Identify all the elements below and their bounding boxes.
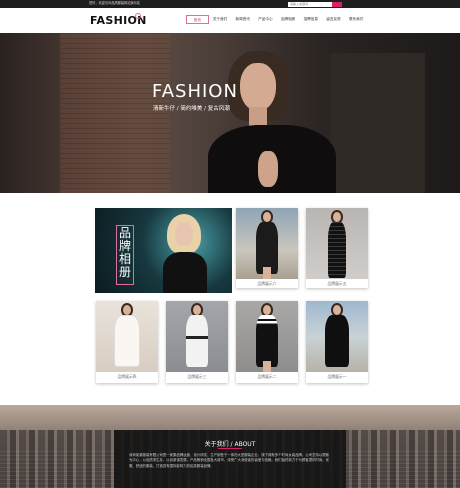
banner-model-face <box>240 63 276 111</box>
nav-item-jobs[interactable]: 招聘信息 <box>299 15 322 24</box>
search-button[interactable] <box>332 1 342 7</box>
album-feature-title: 品牌相册 <box>119 226 132 279</box>
nav-item-news[interactable]: 新闻资讯 <box>231 15 254 24</box>
feature-model-face <box>175 222 193 246</box>
about-title[interactable]: 关于我们 / ABOUT <box>114 439 346 448</box>
about-title-divider <box>218 448 242 449</box>
banner-title: FASHION <box>152 81 238 102</box>
nav-item-album[interactable]: 品牌相册 <box>277 15 300 24</box>
hero-banner[interactable]: FASHION 清新牛仔 / 简约唯美 / 复古风潮 <box>0 33 460 193</box>
album-card[interactable]: 品牌展示三 <box>166 301 228 383</box>
banner-door <box>330 53 425 193</box>
album-card-photo <box>236 208 298 279</box>
nav-item-products[interactable]: 产品中心 <box>254 15 277 24</box>
main-nav: 首页 关于我们 新闻资讯 产品中心 品牌相册 招聘信息 留言反馈 联系我们 <box>186 15 368 24</box>
banner-model-hand <box>258 151 278 187</box>
album-card-photo <box>96 301 158 372</box>
brand-album-section: 品牌相册 品牌展示六 品牌展示五 品牌展示四 品牌展示三 品牌展示二 品牌展示一 <box>0 193 460 405</box>
album-card[interactable]: 品牌展示四 <box>96 301 158 383</box>
album-card[interactable]: 品牌展示六 <box>236 208 298 288</box>
banner-subtitle: 清新牛仔 / 简约唯美 / 复古风潮 <box>153 106 230 112</box>
feature-model-body <box>163 252 207 293</box>
top-bar: 您好，欢迎访问品质服装网站演示站 <box>0 0 460 8</box>
nav-item-home[interactable]: 首页 <box>186 15 209 24</box>
logo-mark-icon <box>135 13 141 19</box>
album-card-photo <box>306 301 368 372</box>
album-card-caption: 品牌展示五 <box>327 281 347 286</box>
album-card-photo <box>236 301 298 372</box>
nav-item-about[interactable]: 关于我们 <box>209 15 232 24</box>
album-card-caption: 品牌展示四 <box>117 374 137 379</box>
nav-item-contact[interactable]: 联系我们 <box>345 15 368 24</box>
album-card-caption: 品牌展示二 <box>257 374 277 379</box>
album-card-caption: 品牌展示三 <box>187 374 207 379</box>
album-card-photo <box>306 208 368 279</box>
about-section: 关于我们 / ABOUT 深圳某某服装有限公司是一家集品牌运营、设计研发、生产销… <box>0 405 460 488</box>
nav-item-feedback[interactable]: 留言反馈 <box>322 15 345 24</box>
search-input[interactable] <box>288 1 332 7</box>
banner-model-neck <box>249 107 267 127</box>
album-card[interactable]: 品牌展示一 <box>306 301 368 383</box>
album-card-caption: 品牌展示一 <box>327 374 347 379</box>
album-card[interactable]: 品牌展示五 <box>306 208 368 288</box>
album-card-caption: 品牌展示六 <box>257 281 277 286</box>
about-text: 深圳某某服装有限公司是一家集品牌运营、设计研发、生产销售于一体的大型服装企业，旗… <box>129 453 330 468</box>
banner-brick-wall <box>60 33 170 193</box>
header: FASHION 首页 关于我们 新闻资讯 产品中心 品牌相册 招聘信息 留言反馈… <box>0 8 460 33</box>
about-panel: 关于我们 / ABOUT 深圳某某服装有限公司是一家集品牌运营、设计研发、生产销… <box>114 430 346 488</box>
album-card[interactable]: 品牌展示二 <box>236 301 298 383</box>
album-feature-tile[interactable]: 品牌相册 <box>95 208 232 293</box>
album-card-photo <box>166 301 228 372</box>
welcome-text: 您好，欢迎访问品质服装网站演示站 <box>89 1 140 5</box>
